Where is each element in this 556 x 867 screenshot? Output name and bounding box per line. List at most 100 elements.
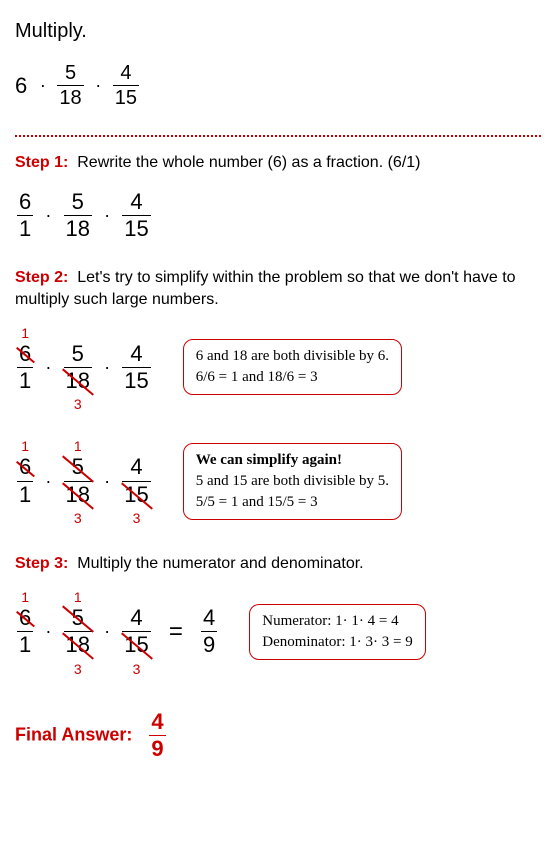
- section-divider: [15, 135, 541, 137]
- cancel-annotation-top: 1: [21, 589, 29, 605]
- whole-number: 6: [15, 73, 27, 99]
- numerator: 5: [64, 341, 92, 368]
- step2b-expression: 1 6 1 · 1 5 18 3 · 4 15 3: [15, 454, 153, 508]
- step2a-expression: 1 6 1 · 5 18 3 · 4 15: [15, 341, 153, 395]
- step3-row: 1 6 1 · 1 5 18 3 · 4 15 3 = 4 9 Numerato…: [15, 590, 541, 674]
- denominator: 18: [64, 368, 92, 394]
- multiply-dot: ·: [104, 205, 110, 226]
- multiply-dot: ·: [104, 471, 110, 492]
- fraction: 1 6 1: [17, 454, 33, 508]
- step-label: Step 1:: [15, 154, 68, 171]
- denominator: 1: [17, 216, 33, 242]
- fraction: 1 6 1: [17, 605, 33, 659]
- denominator: 1: [17, 368, 33, 394]
- final-label: Final Answer:: [15, 724, 132, 744]
- step-description: Multiply the numerator and denominator.: [77, 555, 363, 572]
- cancel-annotation-bottom: 3: [74, 661, 82, 677]
- box-line: 5 and 15 are both divisible by 5.: [196, 473, 389, 489]
- denominator: 18: [64, 632, 92, 658]
- fraction: 5 18: [57, 61, 83, 110]
- fraction: 5 18 3: [64, 341, 92, 395]
- fraction: 4 15: [122, 189, 150, 243]
- numerator: 6: [17, 341, 33, 368]
- step-label: Step 2:: [15, 269, 68, 286]
- box-line: Denominator: 1· 3· 3 = 9: [262, 634, 413, 650]
- multiply-dot: ·: [45, 205, 51, 226]
- box-line: 5/5 = 1 and 15/5 = 3: [196, 494, 318, 510]
- multiply-dot: ·: [45, 471, 51, 492]
- step-label: Step 3:: [15, 555, 68, 572]
- explanation-box: We can simplify again! 5 and 15 are both…: [183, 443, 402, 520]
- fraction: 4 15 3: [122, 605, 150, 659]
- denominator: 15: [122, 216, 150, 242]
- fraction: 4 15: [113, 61, 139, 110]
- numerator: 4: [122, 454, 150, 481]
- initial-expression: 6 · 5 18 · 4 15: [15, 61, 541, 110]
- denominator: 15: [122, 368, 150, 394]
- numerator: 5: [64, 454, 92, 481]
- fraction: 1 6 1: [17, 341, 33, 395]
- numerator: 4: [122, 605, 150, 632]
- numerator: 6: [17, 454, 33, 481]
- step-description: Rewrite the whole number (6) as a fracti…: [77, 154, 420, 171]
- numerator: 4: [149, 709, 165, 736]
- page-title: Multiply.: [15, 20, 541, 43]
- numerator: 5: [57, 61, 83, 86]
- final-answer: Final Answer: 4 9: [15, 709, 541, 763]
- denominator: 15: [113, 86, 139, 110]
- numerator: 4: [201, 605, 217, 632]
- result-fraction: 4 9: [201, 605, 217, 659]
- explanation-box: 6 and 18 are both divisible by 6. 6/6 = …: [183, 339, 402, 395]
- fraction: 4 15 3: [122, 454, 150, 508]
- step3-expression: 1 6 1 · 1 5 18 3 · 4 15 3 = 4 9: [15, 605, 219, 659]
- box-line: 6/6 = 1 and 18/6 = 3: [196, 369, 318, 385]
- equals-sign: =: [169, 618, 183, 646]
- multiply-dot: ·: [95, 75, 101, 96]
- box-line: Numerator: 1· 1· 4 = 4: [262, 613, 398, 629]
- multiply-dot: ·: [40, 75, 46, 96]
- cancel-annotation-top: 1: [74, 589, 82, 605]
- cancel-annotation-bottom: 3: [74, 510, 82, 526]
- multiply-dot: ·: [104, 621, 110, 642]
- multiply-dot: ·: [45, 621, 51, 642]
- denominator: 18: [64, 216, 92, 242]
- multiply-dot: ·: [104, 357, 110, 378]
- denominator: 18: [64, 482, 92, 508]
- numerator: 6: [17, 189, 33, 216]
- fraction: 1 5 18 3: [64, 605, 92, 659]
- cancel-annotation-top: 1: [21, 438, 29, 454]
- step2b-row: 1 6 1 · 1 5 18 3 · 4 15 3 We can simplif…: [15, 439, 541, 523]
- final-fraction: 4 9: [149, 709, 165, 763]
- denominator: 1: [17, 482, 33, 508]
- box-line-bold: We can simplify again!: [196, 452, 342, 468]
- explanation-box: Numerator: 1· 1· 4 = 4 Denominator: 1· 3…: [249, 604, 426, 660]
- denominator: 9: [149, 736, 165, 762]
- denominator: 15: [122, 632, 150, 658]
- fraction: 4 15: [122, 341, 150, 395]
- denominator: 9: [201, 632, 217, 658]
- numerator: 5: [64, 189, 92, 216]
- numerator: 4: [113, 61, 139, 86]
- step-description: Let's try to simplify within the problem…: [15, 269, 516, 308]
- numerator: 4: [122, 189, 150, 216]
- step2-text: Step 2: Let's try to simplify within the…: [15, 267, 541, 310]
- step1-expression: 6 1 · 5 18 · 4 15: [15, 189, 541, 243]
- fraction: 1 5 18 3: [64, 454, 92, 508]
- fraction: 5 18: [64, 189, 92, 243]
- step1-text: Step 1: Rewrite the whole number (6) as …: [15, 152, 541, 174]
- denominator: 15: [122, 482, 150, 508]
- cancel-annotation-bottom: 3: [133, 510, 141, 526]
- step2a-row: 1 6 1 · 5 18 3 · 4 15 6 and 18 are both …: [15, 326, 541, 410]
- cancel-annotation-top: 1: [21, 325, 29, 341]
- box-line: 6 and 18 are both divisible by 6.: [196, 348, 389, 364]
- numerator: 6: [17, 605, 33, 632]
- multiply-dot: ·: [45, 357, 51, 378]
- cancel-annotation-top: 1: [74, 438, 82, 454]
- denominator: 18: [57, 86, 83, 110]
- cancel-annotation-bottom: 3: [74, 396, 82, 412]
- denominator: 1: [17, 632, 33, 658]
- fraction: 6 1: [17, 189, 33, 243]
- numerator: 4: [122, 341, 150, 368]
- cancel-annotation-bottom: 3: [133, 661, 141, 677]
- step3-text: Step 3: Multiply the numerator and denom…: [15, 553, 541, 575]
